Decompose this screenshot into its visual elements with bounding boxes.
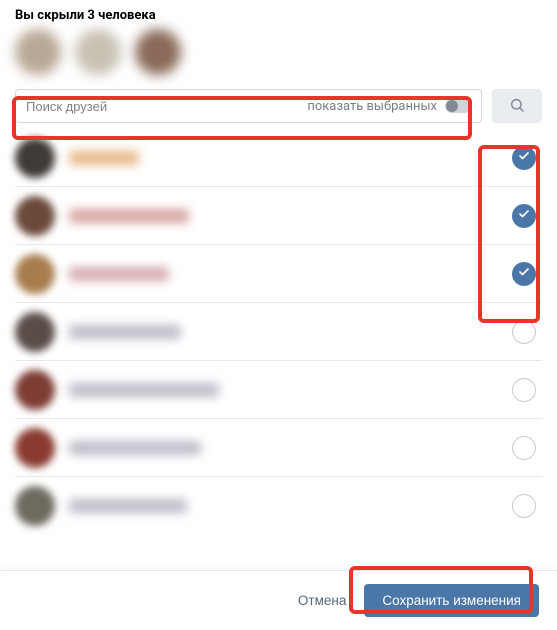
friend-name (69, 267, 169, 281)
save-button[interactable]: Сохранить изменения (364, 584, 539, 617)
search-icon (509, 97, 525, 116)
avatar (15, 29, 61, 75)
avatar (135, 29, 181, 75)
cancel-button[interactable]: Отмена (298, 593, 346, 608)
friend-name (69, 209, 189, 223)
page-title: Вы скрыли 3 человека (15, 8, 542, 23)
friend-name (69, 151, 139, 165)
friend-row[interactable] (15, 477, 542, 535)
avatar (15, 428, 55, 468)
avatar (15, 486, 55, 526)
hidden-avatars (15, 29, 542, 75)
checkbox-checked[interactable] (512, 262, 536, 286)
avatar (15, 370, 55, 410)
avatar (15, 138, 55, 178)
friend-row[interactable] (15, 361, 542, 419)
friend-name (69, 441, 201, 455)
friend-row[interactable] (15, 129, 542, 187)
show-selected-toggle[interactable] (445, 99, 471, 113)
friend-name (69, 383, 219, 397)
checkbox-unchecked[interactable] (512, 378, 536, 402)
friend-row[interactable] (15, 303, 542, 361)
show-selected-label: показать выбранных (307, 99, 437, 114)
friend-name (69, 325, 181, 339)
checkbox-unchecked[interactable] (512, 320, 536, 344)
search-input[interactable] (26, 99, 307, 114)
check-icon (518, 208, 530, 224)
checkbox-checked[interactable] (512, 204, 536, 228)
friend-row[interactable] (15, 187, 542, 245)
avatar (15, 254, 55, 294)
avatar (15, 312, 55, 352)
checkbox-checked[interactable] (512, 146, 536, 170)
check-icon (518, 266, 530, 282)
avatar (15, 196, 55, 236)
footer: Отмена Сохранить изменения (0, 570, 557, 630)
friend-row[interactable] (15, 419, 542, 477)
search-button[interactable] (492, 89, 542, 123)
friend-name (69, 499, 187, 513)
checkbox-unchecked[interactable] (512, 436, 536, 460)
check-icon (518, 150, 530, 166)
checkbox-unchecked[interactable] (512, 494, 536, 518)
friend-list (0, 123, 557, 535)
friend-row[interactable] (15, 245, 542, 303)
avatar (75, 29, 121, 75)
search-box[interactable]: показать выбранных (15, 89, 482, 123)
